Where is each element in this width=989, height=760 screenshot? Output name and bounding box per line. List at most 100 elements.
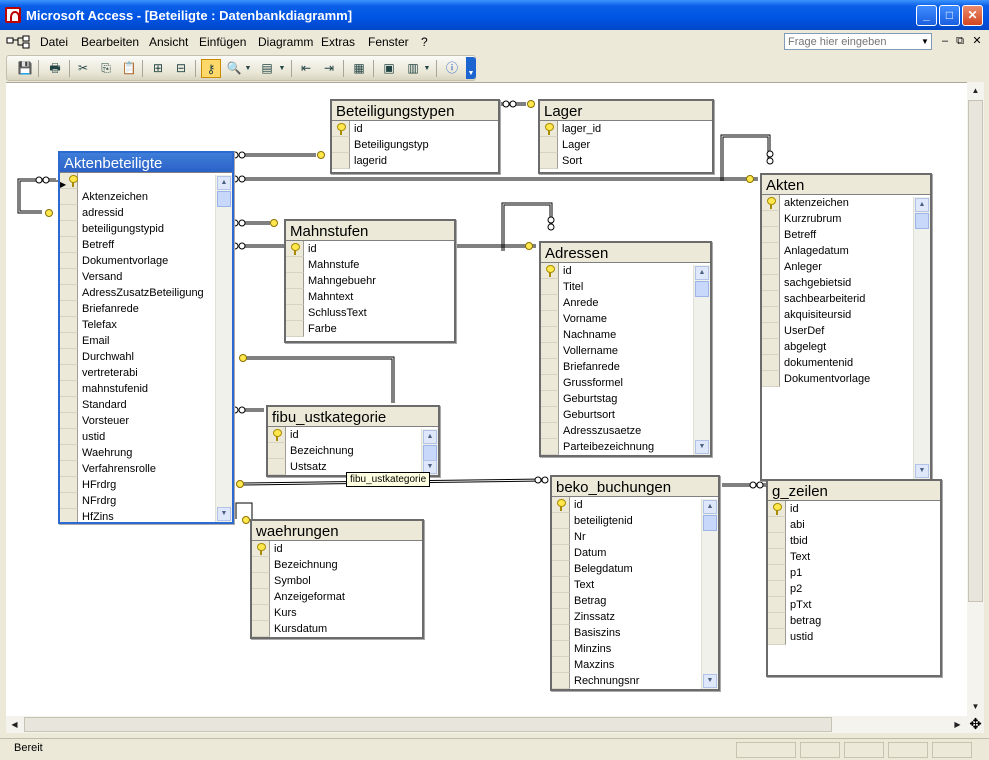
field-row[interactable]: lagerid bbox=[332, 153, 498, 169]
row-selector[interactable] bbox=[541, 327, 559, 343]
horizontal-scrollbar[interactable]: ◀ ▶ bbox=[6, 716, 967, 733]
field-row[interactable]: vertreterabi bbox=[60, 365, 232, 381]
field-row[interactable]: Kurs bbox=[252, 605, 422, 621]
scroll-down-icon[interactable]: ▼ bbox=[968, 699, 983, 714]
zoom-icon[interactable]: 🔍 bbox=[224, 59, 244, 78]
row-selector[interactable] bbox=[768, 597, 786, 613]
row-selector[interactable] bbox=[762, 355, 780, 371]
row-selector[interactable] bbox=[286, 273, 304, 289]
field-row[interactable]: p2 bbox=[768, 581, 940, 597]
field-row[interactable]: Vorsteuer bbox=[60, 413, 232, 429]
field-row[interactable]: Bezeichnung bbox=[252, 557, 422, 573]
row-selector[interactable] bbox=[552, 529, 570, 545]
chevron-down-icon[interactable]: ▼ bbox=[243, 59, 253, 78]
vertical-scrollbar[interactable]: ▲ ▼ bbox=[967, 82, 984, 716]
row-selector[interactable] bbox=[540, 153, 558, 169]
field-row[interactable]: NFrdrg bbox=[60, 493, 232, 509]
scroll-up-icon[interactable]: ▲ bbox=[915, 198, 929, 212]
field-row[interactable]: id bbox=[332, 121, 498, 137]
row-selector[interactable] bbox=[768, 565, 786, 581]
table-title[interactable]: Adressen bbox=[541, 243, 710, 263]
field-row[interactable]: beteiligtenid bbox=[552, 513, 718, 529]
field-row[interactable]: Rechnungsnr bbox=[552, 673, 718, 689]
table-scrollbar[interactable]: ▲ ▼ bbox=[421, 429, 438, 475]
database-window-icon[interactable]: ▣ bbox=[379, 59, 399, 78]
row-selector[interactable] bbox=[541, 343, 559, 359]
row-selector[interactable] bbox=[541, 359, 559, 375]
row-selector[interactable] bbox=[552, 609, 570, 625]
new-table-icon[interactable]: ⊞ bbox=[148, 59, 168, 78]
field-row[interactable]: tbid bbox=[768, 533, 940, 549]
field-row[interactable]: lager_id bbox=[540, 121, 712, 137]
field-row[interactable]: Anrede bbox=[541, 295, 710, 311]
row-selector[interactable] bbox=[60, 189, 78, 205]
row-selector[interactable] bbox=[60, 221, 78, 237]
field-row[interactable]: Lager bbox=[540, 137, 712, 153]
field-row[interactable]: sachgebietsid bbox=[762, 275, 930, 291]
row-selector[interactable] bbox=[768, 581, 786, 597]
table-waehrungen[interactable]: waehrungen id Bezeichnung Symbol Anzeigeform… bbox=[250, 519, 424, 639]
field-row[interactable]: Sort bbox=[540, 153, 712, 169]
table-title[interactable]: Akten bbox=[762, 175, 930, 195]
row-selector[interactable] bbox=[60, 349, 78, 365]
field-row[interactable]: Titel bbox=[541, 279, 710, 295]
close-button[interactable]: ✕ bbox=[962, 5, 983, 26]
scroll-thumb[interactable] bbox=[703, 515, 717, 531]
table-akten[interactable]: Akten aktenzeichen Kurzrubrum Betreff Anlage… bbox=[760, 173, 932, 481]
row-selector[interactable] bbox=[60, 413, 78, 429]
scroll-up-icon[interactable]: ▲ bbox=[695, 266, 709, 280]
field-row[interactable]: Nachname bbox=[541, 327, 710, 343]
minimize-button[interactable]: _ bbox=[916, 5, 937, 26]
scroll-up-icon[interactable]: ▲ bbox=[217, 176, 231, 190]
row-selector[interactable] bbox=[762, 259, 780, 275]
row-selector[interactable] bbox=[541, 391, 559, 407]
row-selector[interactable] bbox=[541, 295, 559, 311]
row-selector[interactable] bbox=[762, 227, 780, 243]
table-view-icon[interactable]: ▤ bbox=[257, 59, 277, 78]
row-selector[interactable] bbox=[762, 323, 780, 339]
row-selector[interactable] bbox=[762, 211, 780, 227]
row-selector[interactable] bbox=[60, 301, 78, 317]
field-row[interactable]: Bezeichnung bbox=[268, 443, 438, 459]
field-row[interactable]: Briefanrede bbox=[541, 359, 710, 375]
toolbar-options-icon[interactable]: ▼ bbox=[466, 57, 476, 79]
row-selector[interactable] bbox=[552, 561, 570, 577]
field-row[interactable]: Anzeigeformat bbox=[252, 589, 422, 605]
field-row[interactable]: aktenzeichen bbox=[762, 195, 930, 211]
maximize-button[interactable]: □ bbox=[939, 5, 960, 26]
row-selector[interactable] bbox=[60, 317, 78, 333]
field-row[interactable]: Standard bbox=[60, 397, 232, 413]
row-selector[interactable] bbox=[762, 339, 780, 355]
row-selector[interactable] bbox=[332, 153, 350, 169]
field-row[interactable]: HfZins bbox=[60, 509, 232, 522]
primary-key-icon[interactable]: ⚷ bbox=[201, 59, 221, 78]
row-selector[interactable] bbox=[552, 545, 570, 561]
field-row[interactable]: Vollername bbox=[541, 343, 710, 359]
paste-icon[interactable]: 📋 bbox=[119, 59, 139, 78]
menu-fenster[interactable]: Fenster bbox=[368, 35, 409, 49]
field-row[interactable]: Geburtsort bbox=[541, 407, 710, 423]
table-title[interactable]: Lager bbox=[540, 101, 712, 121]
field-row[interactable]: adressid bbox=[60, 205, 232, 221]
field-row[interactable]: Durchwahl bbox=[60, 349, 232, 365]
row-selector[interactable] bbox=[60, 461, 78, 477]
field-row[interactable]: id bbox=[286, 241, 454, 257]
row-selector[interactable] bbox=[60, 509, 78, 522]
field-row[interactable]: AdressZusatzBeteiligung bbox=[60, 285, 232, 301]
field-row[interactable]: sachbearbeiterid bbox=[762, 291, 930, 307]
help-search-input[interactable] bbox=[784, 33, 932, 50]
table-beko-buchungen[interactable]: beko_buchungen id beteiligtenid Nr Datum Bele… bbox=[550, 475, 720, 691]
menu-extras[interactable]: Extras bbox=[321, 35, 355, 49]
field-row[interactable]: UserDef bbox=[762, 323, 930, 339]
row-selector[interactable] bbox=[252, 557, 270, 573]
row-selector[interactable] bbox=[762, 291, 780, 307]
table-aktenbeteiligte[interactable]: Aktenbeteiligte ▶ Aktenzeichen adressid bete… bbox=[58, 151, 234, 524]
field-row[interactable]: Briefanrede bbox=[60, 301, 232, 317]
mdi-close-button[interactable]: ✕ bbox=[970, 34, 984, 48]
row-selector[interactable] bbox=[762, 243, 780, 259]
table-fibu-ustkategorie[interactable]: fibu_ustkategorie id Bezeichnung Ustsatz ▲ ▼ bbox=[266, 405, 440, 477]
row-selector[interactable] bbox=[332, 137, 350, 153]
menu-diagramm[interactable]: Diagramm bbox=[258, 35, 313, 49]
vertical-scroll-thumb[interactable] bbox=[968, 100, 983, 602]
menu-ansicht[interactable]: Ansicht bbox=[149, 35, 188, 49]
